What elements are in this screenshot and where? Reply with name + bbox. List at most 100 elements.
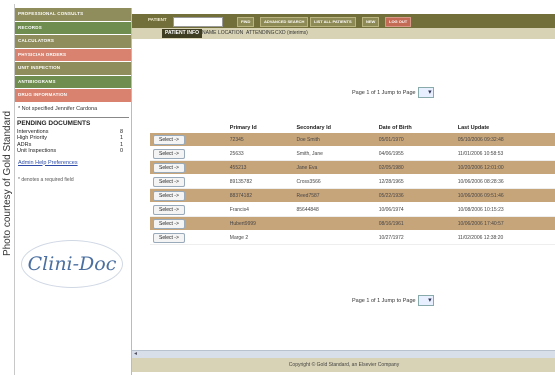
clini-doc-logo: Clini-Doc xyxy=(21,240,123,288)
sidebar: PROFESSIONAL CONSULTS RECORDS CALCULATORS P… xyxy=(15,8,132,375)
cell-primary: 72345 xyxy=(226,133,294,147)
cell-updated: 10/06/2006 17:40:57 xyxy=(454,216,555,231)
tab-cxd[interactable]: CXD (interims) xyxy=(275,29,308,38)
jump-to-page-select[interactable] xyxy=(417,87,434,98)
patient-label: PATIENT xyxy=(148,17,167,22)
select-patient-button[interactable]: Select -> xyxy=(153,190,185,201)
select-cell: Select -> xyxy=(150,188,227,203)
pager-top: Page 1 of 1 Jump to Page xyxy=(352,87,434,98)
cell-primary: 455213 xyxy=(226,160,294,175)
sidebar-menu-item[interactable]: PROFESSIONAL CONSULTS xyxy=(15,8,131,22)
patient-list-panel: Page 1 of 1 Jump to Page Primary Id Secon… xyxy=(132,39,555,349)
cell-secondary: Doe Smith xyxy=(293,133,376,147)
select-cell: Select -> xyxy=(150,146,227,161)
cell-dob: 05/01/1970 xyxy=(375,133,455,147)
cell-secondary: Cross3566 xyxy=(293,174,376,189)
pager-text: Page 1 of 1 Jump to Page xyxy=(352,297,416,304)
cell-secondary xyxy=(293,230,376,245)
horizontal-scrollbar[interactable]: ◂ xyxy=(132,350,555,358)
top-toolbar: PATIENT FIND ADVANCED SEARCH LIST ALL PA… xyxy=(132,14,555,28)
select-patient-button[interactable]: Select -> xyxy=(153,134,185,145)
table-row: Select -> Marge 2 10/27/1972 11/02/2006 12:… xyxy=(150,230,555,245)
advanced-search-button[interactable]: ADVANCED SEARCH xyxy=(260,17,309,27)
sidebar-menu-item[interactable]: DRUG INFORMATION xyxy=(15,89,131,103)
table-row: Select -> 89135782 Cross3566 12/28/1965 10/0… xyxy=(150,174,555,189)
sidebar-menu: PROFESSIONAL CONSULTS RECORDS CALCULATORS P… xyxy=(15,8,131,103)
table-row: Select -> 455213 Jane Eva 02/05/1980 10/20/2… xyxy=(150,160,555,175)
tab-bar: PATIENT INFO NAME LOCATION ATTENDING CXD… xyxy=(132,28,555,39)
cell-dob: 12/28/1965 xyxy=(375,174,455,189)
column-header: Date of Birth xyxy=(378,125,412,131)
cell-dob: 08/16/1961 xyxy=(375,216,455,231)
sidebar-menu-item[interactable]: PHYSICIAN ORDERS xyxy=(15,48,131,62)
sidebar-menu-item[interactable]: UNIT INSPECTION xyxy=(15,62,131,76)
select-patient-button[interactable]: Select -> xyxy=(153,176,185,187)
column-header xyxy=(150,114,227,133)
select-cell: Select -> xyxy=(150,133,227,147)
scroll-left-icon[interactable]: ◂ xyxy=(134,350,137,357)
pending-title: PENDING DOCUMENTS xyxy=(17,119,91,127)
table-row: Select -> 25633 Smith, Jane 04/06/1955 11/01… xyxy=(150,146,555,161)
sidebar-menu-item[interactable]: CALCULATORS xyxy=(15,35,131,49)
patient-search-input[interactable] xyxy=(173,17,223,27)
cell-secondary: Jane Eva xyxy=(293,160,376,175)
cell-secondary: 85644848 xyxy=(293,202,376,217)
jump-to-page-select[interactable] xyxy=(417,295,434,306)
select-patient-button[interactable]: Select -> xyxy=(153,148,185,159)
tab-attending[interactable]: ATTENDING xyxy=(246,29,275,38)
pager-bottom: Page 1 of 1 Jump to Page xyxy=(352,295,434,306)
app-window: PROFESSIONAL CONSULTS RECORDS CALCULATORS P… xyxy=(14,4,555,375)
cell-dob: 02/05/1980 xyxy=(375,160,455,175)
table-row: Select -> 88374182 Reed7587 05/22/1936 10/06… xyxy=(150,188,555,203)
table-row: Select -> Francis4 85644848 10/06/1974 10/08… xyxy=(150,202,555,217)
select-cell: Select -> xyxy=(150,174,227,189)
select-patient-button[interactable]: Select -> xyxy=(153,232,185,243)
cell-updated: 11/01/2006 10:58:53 xyxy=(454,146,555,161)
select-patient-button[interactable]: Select -> xyxy=(153,204,185,215)
select-patient-button[interactable]: Select -> xyxy=(153,162,185,173)
logo-text: Clini-Doc xyxy=(27,253,117,275)
cell-primary: 25633 xyxy=(226,146,294,161)
sidebar-menu-item[interactable]: RECORDS xyxy=(15,21,131,35)
pending-documents: PENDING DOCUMENTS Interventions 8 High Pri… xyxy=(17,116,129,155)
column-header: Primary Id xyxy=(229,125,257,131)
pending-row[interactable]: Unit Inspections 0 xyxy=(17,148,129,155)
admin-links[interactable]: Admin Help Preferences xyxy=(15,157,131,169)
cell-updated: 05/10/2006 09:32:48 xyxy=(454,133,555,147)
select-cell: Select -> xyxy=(150,160,227,175)
find-button[interactable]: FIND xyxy=(237,17,255,27)
patient-table: Primary Id Secondary Id Date of Birth Last … xyxy=(150,114,555,245)
logout-button[interactable]: LOG OUT xyxy=(385,17,412,27)
pending-count: 0 xyxy=(119,148,123,154)
new-button[interactable]: NEW xyxy=(362,17,380,27)
cell-dob: 10/27/1972 xyxy=(375,230,455,245)
cell-primary: 88374182 xyxy=(226,188,294,203)
list-all-patients-button[interactable]: LIST ALL PATIENTS xyxy=(310,17,356,27)
footer: Copyright © Gold Standard, an Elsevier C… xyxy=(132,358,555,372)
cell-primary: Francis4 xyxy=(226,202,294,217)
required-field-note: * denotes a required field xyxy=(18,176,74,183)
cell-dob: 04/06/1955 xyxy=(375,146,455,161)
pending-list: Interventions 8 High Priority 1 ADRs 1 Unit In… xyxy=(17,129,129,155)
pending-label: Unit Inspections xyxy=(17,148,57,154)
cell-dob: 05/22/1936 xyxy=(375,188,455,203)
cell-updated: 10/06/2006 08:28:36 xyxy=(454,174,555,189)
sidebar-menu-item[interactable]: ANTIBIOGRAMS xyxy=(15,75,131,89)
cell-updated: 10/20/2006 12:01:00 xyxy=(454,160,555,175)
tab-patient-info[interactable]: PATIENT INFO xyxy=(162,29,202,38)
select-patient-button[interactable]: Select -> xyxy=(153,218,185,229)
table-row: Select -> Hubert9999 08/16/1961 10/06/2006 … xyxy=(150,216,555,231)
pager-text: Page 1 of 1 Jump to Page xyxy=(352,89,416,96)
tab-name[interactable]: NAME xyxy=(202,29,216,38)
select-cell: Select -> xyxy=(150,202,227,217)
column-header: Secondary Id xyxy=(296,125,332,131)
cell-secondary xyxy=(293,216,376,231)
table-row: Select -> 72345 Doe Smith 05/01/1970 05/10/2… xyxy=(150,133,555,147)
tab-location[interactable]: LOCATION xyxy=(218,29,243,38)
cell-updated: 10/06/2006 09:51:46 xyxy=(454,188,555,203)
cell-secondary: Smith, Jane xyxy=(293,146,376,161)
column-header: Last Update xyxy=(457,125,490,131)
cell-primary: Hubert9999 xyxy=(226,216,294,231)
cell-updated: 11/02/2006 12:38:20 xyxy=(454,230,555,245)
cell-primary: 89135782 xyxy=(226,174,294,189)
